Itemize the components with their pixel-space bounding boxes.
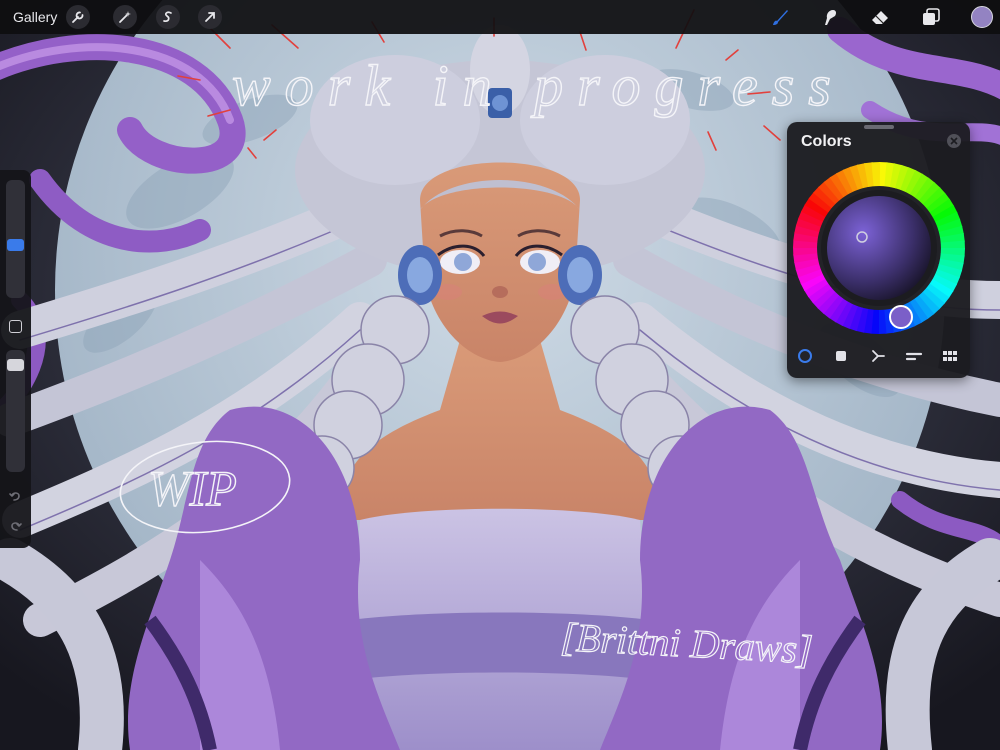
harmony-tab[interactable]	[866, 344, 890, 368]
disc-tab[interactable]	[793, 344, 817, 368]
gallery-button[interactable]: Gallery	[13, 9, 57, 25]
close-icon	[950, 137, 958, 145]
value-tab[interactable]	[902, 344, 926, 368]
brush-icon	[773, 10, 788, 25]
color-swatch-button[interactable]	[971, 6, 993, 28]
annotation-work-in-progress: work in progress	[232, 53, 845, 118]
left-sidebar	[0, 170, 31, 548]
colors-panel-title: Colors	[801, 133, 852, 150]
classic-tab[interactable]	[829, 344, 853, 368]
palettes-tab[interactable]	[938, 344, 962, 368]
magic-wand-icon	[119, 11, 131, 23]
layers-icon	[923, 8, 940, 25]
transform-arrow-icon	[205, 12, 215, 22]
brush-tool-button[interactable]	[767, 4, 793, 30]
close-button[interactable]	[947, 134, 961, 148]
square-icon	[836, 351, 846, 361]
actions-button[interactable]	[66, 5, 90, 29]
color-disc[interactable]	[791, 160, 967, 336]
brush-size-thumb[interactable]	[7, 239, 24, 251]
palettes-grid-icon	[943, 351, 957, 361]
eraser-tool-button[interactable]	[867, 4, 893, 30]
annotation-wip: WIP	[148, 460, 237, 516]
undo-icon[interactable]	[8, 488, 23, 503]
disc-icon	[798, 349, 812, 363]
smudge-icon	[825, 10, 837, 25]
layers-button[interactable]	[918, 4, 944, 30]
redo-icon[interactable]	[8, 518, 23, 533]
hue-handle[interactable]	[889, 305, 913, 329]
panel-grip[interactable]	[864, 125, 894, 129]
wrench-icon	[72, 11, 84, 23]
selection-button[interactable]	[156, 5, 180, 29]
transform-button[interactable]	[198, 5, 222, 29]
eraser-icon	[872, 11, 888, 24]
saturation-brightness-disc[interactable]	[827, 196, 931, 300]
harmony-icon	[872, 350, 885, 362]
smudge-tool-button[interactable]	[817, 4, 843, 30]
modifier-button[interactable]	[9, 320, 22, 333]
selection-icon	[163, 11, 172, 23]
adjustments-button[interactable]	[113, 5, 137, 29]
value-sliders-icon	[905, 352, 923, 361]
opacity-thumb[interactable]	[7, 359, 24, 371]
brush-size-slider[interactable]	[6, 180, 25, 298]
top-toolbar: Gallery	[0, 0, 1000, 34]
colors-panel: Colors	[787, 122, 970, 378]
opacity-slider[interactable]	[6, 350, 25, 472]
